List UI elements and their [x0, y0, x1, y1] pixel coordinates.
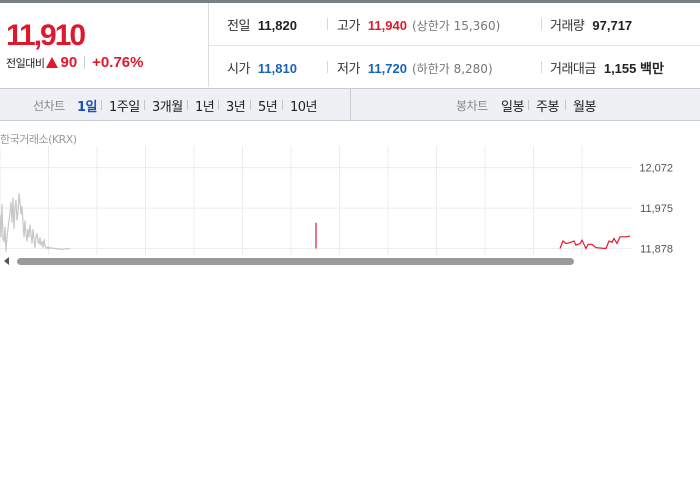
- tab-separator: [144, 100, 145, 110]
- chart-scrollbar[interactable]: [0, 255, 700, 268]
- stat-value: 11,820: [257, 18, 297, 33]
- tab-separator: [101, 100, 102, 110]
- stat-value: 11,810: [257, 61, 297, 76]
- stat-separator: [327, 18, 328, 30]
- tab-bar-divider: [350, 89, 351, 120]
- stat-low: 저가 11,720 (하한가 8,280): [337, 58, 493, 77]
- stat-value: 1,155 백만: [603, 61, 664, 76]
- current-price: 11,910: [6, 19, 86, 52]
- stat-label: 거래대금: [550, 62, 596, 77]
- price-chart: 12,072 11,975 11,878: [0, 146, 673, 256]
- scroll-left-arrow-icon[interactable]: [4, 257, 9, 265]
- tab-3m[interactable]: 3개월: [152, 96, 183, 115]
- price-panel: 11,910 전일대비 90 +0.76%: [0, 3, 208, 87]
- stat-value: 11,720: [367, 61, 407, 76]
- stat-label: 저가: [337, 62, 360, 77]
- stat-value: 97,717: [592, 18, 633, 33]
- tab-daily[interactable]: 일봉: [501, 96, 524, 115]
- change-row: 전일대비 90 +0.76%: [6, 54, 143, 71]
- stat-label: 고가: [337, 19, 360, 34]
- stat-label: 시가: [227, 62, 250, 77]
- tab-1d[interactable]: 1일: [77, 96, 98, 115]
- chart-series-line-2: [559, 235, 631, 250]
- tab-1y[interactable]: 1년: [195, 96, 215, 115]
- tab-separator: [565, 100, 566, 110]
- stat-open: 시가 11,810: [227, 58, 297, 77]
- tab-3y[interactable]: 3년: [226, 96, 246, 115]
- stat-trade-amount: 거래대금 1,155 백만: [550, 58, 664, 77]
- y-tick-label: 11,878: [640, 244, 673, 256]
- tab-separator: [187, 100, 188, 110]
- tab-monthly[interactable]: 월봉: [573, 96, 596, 115]
- stat-volume: 거래량 97,717: [550, 15, 632, 34]
- change-percent: +0.76%: [92, 54, 144, 71]
- tab-10y[interactable]: 10년: [290, 96, 318, 115]
- change-label: 전일대비: [6, 56, 45, 70]
- y-tick-label: 11,975: [640, 203, 673, 215]
- tab-separator: [528, 100, 529, 110]
- up-triangle-icon: [46, 57, 59, 68]
- chart-tab-bar: 선차트 1일 1주일 3개월 1년 3년 5년 10년 봉차트 일봉 주봉 월봉: [0, 88, 700, 121]
- chart-series-line-0: [0, 193, 71, 252]
- tab-1w[interactable]: 1주일: [109, 96, 140, 115]
- change-value: 90: [60, 54, 78, 71]
- line-chart-label: 선차트: [33, 99, 65, 113]
- stat-value: 11,940: [367, 18, 407, 33]
- y-tick-label: 12,072: [639, 163, 673, 175]
- lower-limit: (하한가 8,280): [411, 62, 493, 76]
- upper-limit: (상한가 15,360): [411, 19, 501, 33]
- stat-prev-close: 전일 11,820: [227, 15, 297, 34]
- stat-separator: [541, 61, 542, 73]
- tab-separator: [282, 100, 283, 110]
- change-divider: [84, 56, 86, 69]
- stat-label: 거래량: [550, 19, 585, 34]
- candle-chart-label: 봉차트: [456, 99, 488, 113]
- stat-high: 고가 11,940 (상한가 15,360): [337, 15, 500, 34]
- tab-5y[interactable]: 5년: [258, 96, 278, 115]
- stat-label: 전일: [227, 19, 250, 34]
- tab-weekly[interactable]: 주봉: [536, 96, 559, 115]
- tab-separator: [218, 100, 219, 110]
- stats-row-divider: [209, 45, 700, 46]
- stat-separator: [327, 61, 328, 73]
- scrollbar-thumb[interactable]: [17, 258, 574, 265]
- tab-separator: [250, 100, 251, 110]
- stat-separator: [541, 18, 542, 30]
- exchange-label: 한국거래소(KRX): [0, 133, 77, 146]
